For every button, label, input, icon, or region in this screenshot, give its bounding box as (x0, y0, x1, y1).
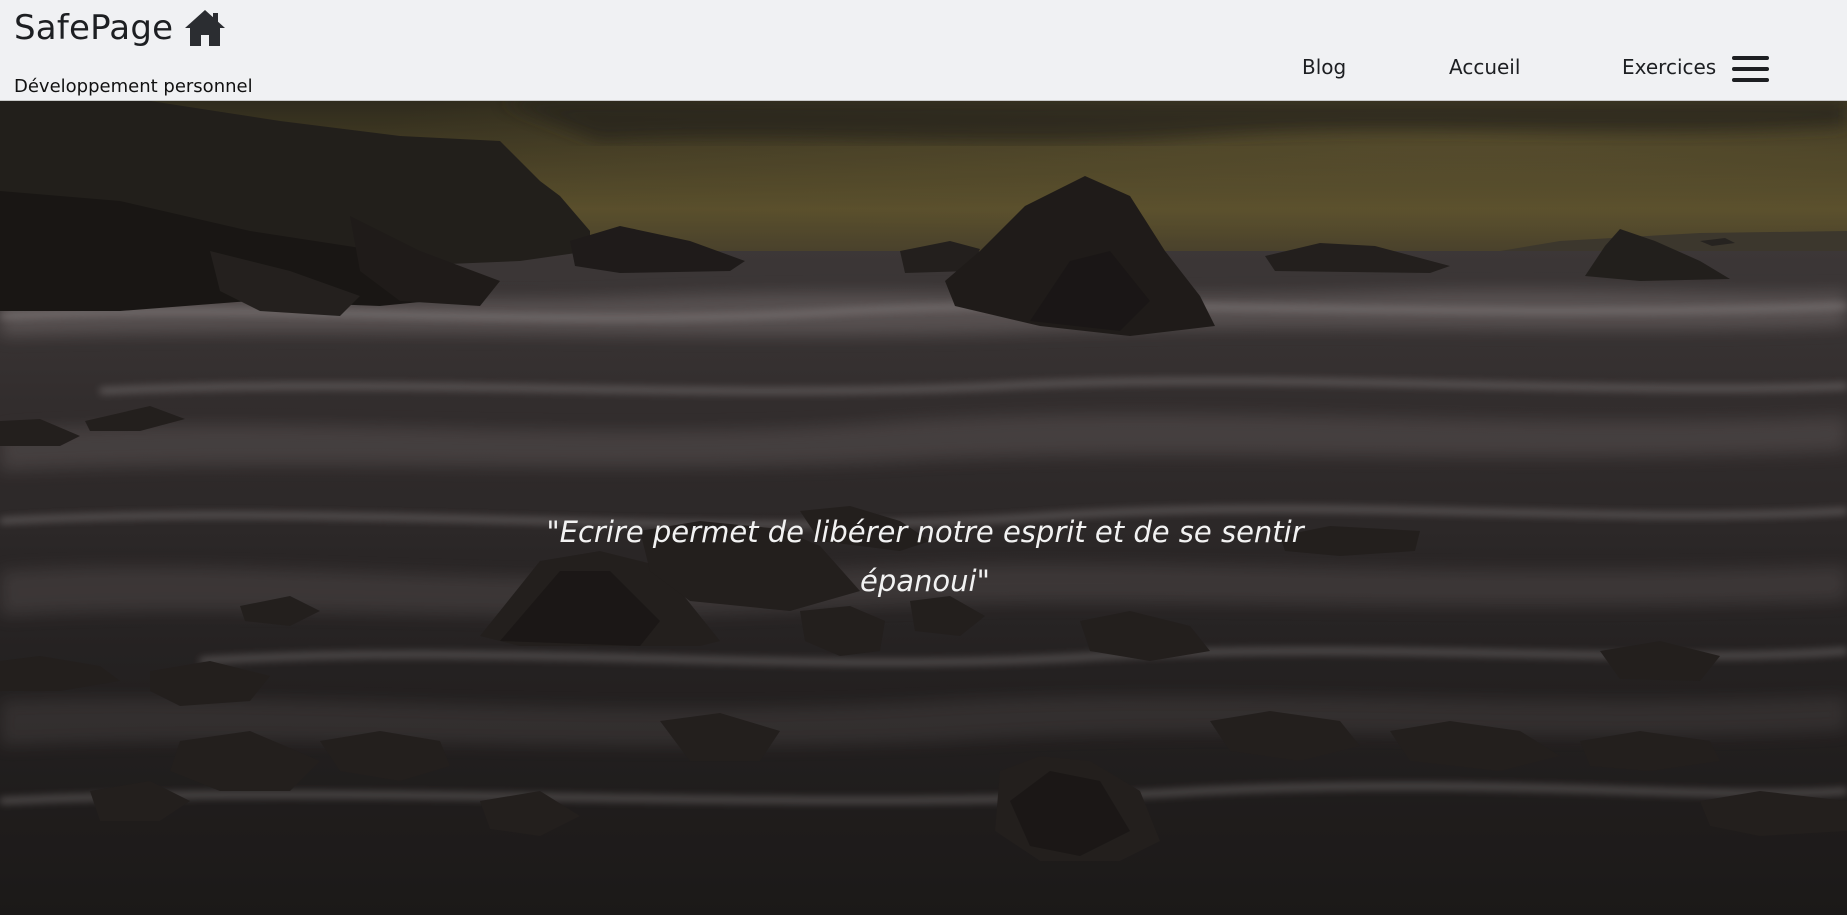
nav-item-accueil[interactable]: Accueil (1449, 55, 1520, 79)
menu-bar (1732, 56, 1769, 60)
menu-bar (1732, 78, 1769, 82)
hamburger-menu-icon[interactable] (1732, 56, 1769, 84)
nav-item-exercices[interactable]: Exercices (1622, 55, 1716, 79)
brand[interactable]: SafePage (14, 8, 227, 48)
hero-banner: "Ecrire permet de libérer notre esprit e… (0, 101, 1847, 915)
home-icon[interactable] (183, 8, 227, 48)
tagline: Développement personnel (14, 76, 253, 97)
menu-bar (1732, 67, 1769, 71)
brand-title[interactable]: SafePage (14, 8, 173, 48)
nav-item-blog[interactable]: Blog (1302, 55, 1346, 79)
hero-quote: "Ecrire permet de libérer notre esprit e… (546, 515, 1304, 598)
site-header: SafePage Développement personnel Blog Ac… (0, 0, 1847, 101)
